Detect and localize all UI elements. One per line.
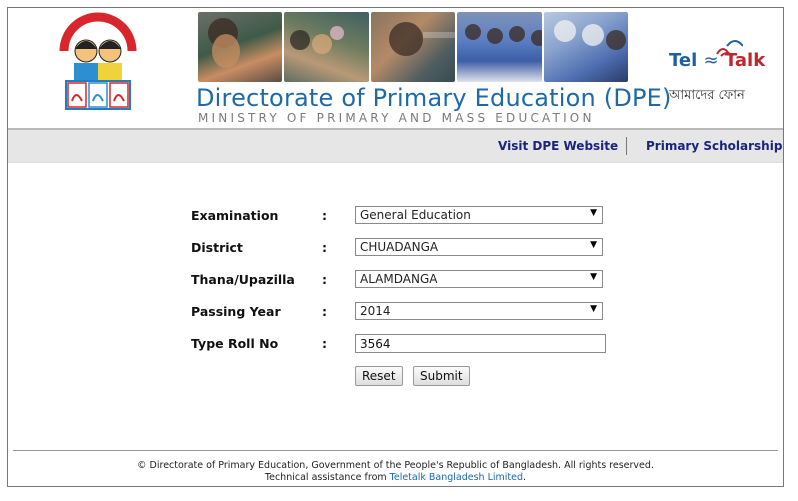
dpe-children-logo: [59, 12, 137, 110]
primary-scholarship-link[interactable]: Primary Scholarship: [646, 139, 782, 153]
teletalk-wordmark: Tel ≈ Talk: [669, 50, 766, 71]
footer-credit-prefix: Technical assistance from: [264, 472, 390, 483]
page-subtitle: MINISTRY OF PRIMARY AND MASS EDUCATION: [198, 111, 595, 125]
passing-year-label: Passing Year: [191, 304, 281, 319]
thana-select[interactable]: ALAMDANGA ▼: [355, 270, 603, 288]
roll-no-label: Type Roll No: [191, 336, 279, 351]
district-label: District: [191, 240, 243, 255]
dropdown-arrow-icon: ▼: [590, 208, 597, 218]
visit-dpe-website-link[interactable]: Visit DPE Website: [498, 139, 618, 153]
thana-label: Thana/Upazilla: [191, 272, 295, 287]
footer: © Directorate of Primary Education, Gove…: [8, 460, 783, 484]
top-nav-bar: Visit DPE Website Primary Scholarship: [8, 130, 783, 163]
passing-year-row: Passing Year : 2014 ▼: [191, 302, 611, 324]
footer-copyright: © Directorate of Primary Education, Gove…: [137, 460, 654, 471]
district-colon: :: [322, 240, 327, 255]
teletalk-tagline: আমাদের ফোন: [669, 88, 745, 103]
thana-row: Thana/Upazilla : ALAMDANGA ▼: [191, 270, 611, 292]
teletalk-word-2: Talk: [724, 50, 766, 71]
thana-value: ALAMDANGA: [360, 272, 438, 286]
district-row: District : CHUADANGA ▼: [191, 238, 611, 260]
form-buttons-row: Reset Submit: [191, 366, 611, 388]
dropdown-arrow-icon: ▼: [590, 304, 597, 314]
dropdown-arrow-icon: ▼: [590, 240, 597, 250]
banner-photo-strip: [198, 12, 629, 82]
footer-divider: [13, 450, 778, 451]
photo-boy-writing: [370, 12, 456, 82]
thana-colon: :: [322, 272, 327, 287]
footer-credit: Technical assistance from Teletalk Bangl…: [8, 472, 783, 484]
passing-year-colon: :: [322, 304, 327, 319]
photo-child-with-slate: [198, 12, 283, 82]
roll-no-colon: :: [322, 336, 327, 351]
roll-no-row: Type Roll No :: [191, 334, 611, 356]
page-title: Directorate of Primary Education (DPE): [196, 84, 672, 112]
reset-button[interactable]: Reset: [355, 366, 403, 386]
footer-credit-suffix: .: [523, 472, 527, 483]
passing-year-select[interactable]: 2014 ▼: [355, 302, 603, 320]
submit-button[interactable]: Submit: [413, 366, 470, 386]
dropdown-arrow-icon: ▼: [590, 272, 597, 282]
nav-divider: [626, 137, 627, 155]
teletalk-logo: Tel ≈ Talk আমাদের ফোন: [663, 38, 783, 108]
page-frame: Directorate of Primary Education (DPE) M…: [7, 7, 784, 487]
examination-label: Examination: [191, 208, 279, 223]
roll-no-input[interactable]: [355, 334, 606, 353]
examination-select[interactable]: General Education ▼: [355, 206, 603, 224]
examination-colon: :: [322, 208, 327, 223]
teletalk-bangladesh-link[interactable]: Teletalk Bangladesh Limited: [390, 472, 523, 483]
passing-year-value: 2014: [360, 304, 391, 318]
photo-students-in-uniform: [457, 12, 542, 82]
district-value: CHUADANGA: [360, 240, 439, 254]
photo-schoolgirls: [543, 12, 629, 82]
examination-value: General Education: [360, 208, 471, 222]
photo-classroom-children: [284, 12, 369, 82]
examination-row: Examination : General Education ▼: [191, 206, 611, 228]
header-banner: Directorate of Primary Education (DPE) M…: [8, 8, 783, 130]
district-select[interactable]: CHUADANGA ▼: [355, 238, 603, 256]
teletalk-word-1: Tel: [669, 50, 698, 71]
